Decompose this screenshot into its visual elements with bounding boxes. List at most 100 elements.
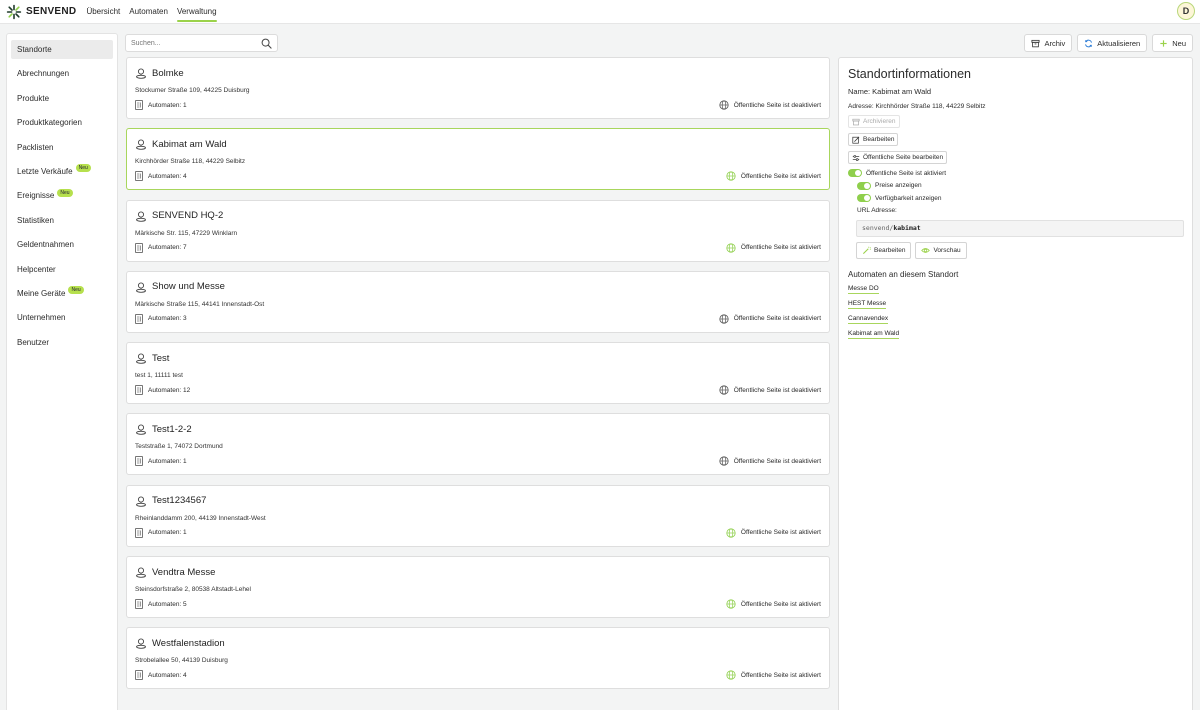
machine-link[interactable]: Cannavendex xyxy=(848,315,889,324)
location-card[interactable]: Test1-2-2 Teststraße 1, 74072 Dortmund A… xyxy=(126,413,830,476)
availability-toggle-row[interactable]: Verfügbarkeit anzeigen xyxy=(857,194,1183,202)
sidebar-item-ereignisse[interactable]: Ereignisse Neu xyxy=(11,186,113,205)
globe-icon xyxy=(726,670,736,680)
location-address: test 1, 11111 test xyxy=(135,372,183,380)
machine-count: Automaten: 7 xyxy=(135,242,187,253)
url-field[interactable]: senvend/kabimat xyxy=(856,219,1184,237)
public-page-status: Öffentliche Seite ist aktiviert xyxy=(726,242,821,253)
nav-verwaltung[interactable]: Verwaltung xyxy=(176,7,217,22)
public-page-status-label: Öffentliche Seite ist aktiviert xyxy=(740,529,821,537)
url-actions: Bearbeiten Vorschau xyxy=(856,241,1183,259)
sidebar-item-unternehmen[interactable]: Unternehmen xyxy=(11,308,113,327)
sidebar-item-label: Ereignisse xyxy=(17,191,55,201)
public-page-status: Öffentliche Seite ist deaktiviert xyxy=(719,456,821,467)
nav-uebersicht[interactable]: Übersicht xyxy=(86,7,120,17)
location-card[interactable]: Show und Messe Märkische Straße 115, 441… xyxy=(126,270,830,333)
edit-url-button[interactable]: Bearbeiten xyxy=(856,241,912,259)
archive-location-button[interactable]: Archivieren xyxy=(848,115,900,128)
sidebar-item-packlisten[interactable]: Packlisten xyxy=(11,138,113,157)
vending-machine-icon xyxy=(135,171,143,182)
sidebar-item-benutzer[interactable]: Benutzer xyxy=(11,333,113,352)
public-page-toggle-row[interactable]: Öffentliche Seite ist aktiviert xyxy=(848,169,1183,177)
details-title: Standortinformationen xyxy=(848,67,971,81)
machine-link[interactable]: Kabimat am Wald xyxy=(848,330,900,339)
edit-location-label: Bearbeiten xyxy=(863,136,895,143)
globe-icon xyxy=(726,242,736,253)
public-page-status-label: Öffentliche Seite ist deaktiviert xyxy=(733,457,821,465)
location-name: Test1234567 xyxy=(152,495,207,507)
search-input[interactable] xyxy=(126,39,254,47)
location-address: Märkische Str. 115, 47229 Winklarn xyxy=(135,229,238,237)
globe-icon xyxy=(726,528,736,538)
location-card[interactable]: Bolmke Stockumer Straße 109, 44225 Duisb… xyxy=(126,57,830,119)
senvend-logo-icon xyxy=(6,4,22,19)
vending-machine-icon xyxy=(135,527,143,538)
search-icon[interactable] xyxy=(261,38,272,49)
location-pin-icon xyxy=(136,68,146,79)
vending-machine-icon xyxy=(135,599,143,609)
sidebar-item-statistiken[interactable]: Statistiken xyxy=(11,211,113,230)
location-card[interactable]: Test1234567 Rheinlanddamm 200, 44139 Inn… xyxy=(126,484,830,547)
search-box xyxy=(125,34,278,52)
location-name: Kabimat am Wald xyxy=(152,138,227,150)
location-pin-icon xyxy=(136,353,146,364)
machine-count-label: Automaten: 1 xyxy=(148,457,187,465)
prices-toggle-row[interactable]: Preise anzeigen xyxy=(857,181,1183,190)
public-page-status-label: Öffentliche Seite ist aktiviert xyxy=(740,600,821,608)
sidebar-item-produkte[interactable]: Produkte xyxy=(11,89,113,108)
public-page-toggle-label: Öffentliche Seite ist aktiviert xyxy=(866,169,947,177)
nav-automaten[interactable]: Automaten xyxy=(129,7,168,17)
location-name: Bolmke xyxy=(152,67,184,79)
new-button[interactable]: Neu xyxy=(1152,34,1193,52)
card-header: Bolmke xyxy=(135,67,184,79)
sidebar-item-label: Packlisten xyxy=(17,142,54,152)
sidebar-item-abrechnungen[interactable]: Abrechnungen xyxy=(11,64,113,83)
public-page-toggle[interactable] xyxy=(848,169,862,177)
public-page-status: Öffentliche Seite ist deaktiviert xyxy=(719,385,821,395)
machine-link[interactable]: HEST Messe xyxy=(848,300,887,309)
location-name: Test1-2-2 xyxy=(152,423,192,435)
sidebar-item-helpcenter[interactable]: Helpcenter xyxy=(11,260,113,279)
machine-count: Automaten: 5 xyxy=(135,599,187,609)
globe-icon xyxy=(726,599,736,609)
sidebar-item-produktkategorien[interactable]: Produktkategorien xyxy=(11,113,113,132)
location-card[interactable]: Vendtra Messe Steinsdorfstraße 2, 80538 … xyxy=(126,556,830,619)
preview-button[interactable]: Vorschau xyxy=(915,241,967,259)
sidebar-item-label: Produktkategorien xyxy=(17,118,82,128)
location-card[interactable]: Kabimat am Wald Kirchhörder Straße 118, … xyxy=(126,128,830,191)
availability-toggle[interactable] xyxy=(857,194,871,202)
location-card[interactable]: Westfalenstadion Strobelallee 50, 44139 … xyxy=(126,627,830,690)
sidebar: Standorte Abrechnungen Produkte Produktk… xyxy=(6,33,118,710)
globe-icon xyxy=(719,456,729,467)
location-details-panel: Standortinformationen Name: Kabimat am W… xyxy=(838,57,1193,710)
sidebar-item-standorte[interactable]: Standorte xyxy=(11,40,113,59)
location-address: Teststraße 1, 74072 Dortmund xyxy=(135,443,223,451)
machine-count-label: Automaten: 4 xyxy=(148,671,187,679)
refresh-button-label: Aktualisieren xyxy=(1097,38,1141,48)
brand-logo[interactable]: SENVEND xyxy=(6,4,76,20)
sidebar-item-meine-geraete[interactable]: Meine Geräte Neu xyxy=(11,284,113,303)
edit-public-page-button[interactable]: Öffentliche Seite bearbeiten xyxy=(848,151,948,164)
machine-count-label: Automaten: 3 xyxy=(148,315,187,323)
machine-link[interactable]: Messe DO xyxy=(848,285,879,294)
sidebar-item-geldentnahmen[interactable]: Geldentnahmen xyxy=(11,235,113,254)
public-page-status: Öffentliche Seite ist aktiviert xyxy=(726,670,821,680)
prices-toggle[interactable] xyxy=(857,181,871,190)
location-card[interactable]: Test test 1, 11111 test Automaten: 12 Öf… xyxy=(126,342,830,405)
public-page-status-label: Öffentliche Seite ist deaktiviert xyxy=(733,101,821,109)
refresh-button[interactable]: Aktualisieren xyxy=(1077,34,1148,52)
edit-location-button[interactable]: Bearbeiten xyxy=(848,133,899,146)
card-header: Test xyxy=(135,352,169,364)
archive-button[interactable]: Archiv xyxy=(1024,34,1073,52)
sidebar-item-label: Letzte Verkäufe xyxy=(17,166,73,176)
location-pin-icon xyxy=(136,424,146,436)
sidebar-item-label: Meine Geräte xyxy=(17,288,66,298)
public-page-status: Öffentliche Seite ist aktiviert xyxy=(726,528,821,538)
sidebar-item-letzte-verkaeufe[interactable]: Letzte Verkäufe Neu xyxy=(11,162,113,181)
card-header: Kabimat am Wald xyxy=(135,138,227,151)
public-page-status: Öffentliche Seite ist aktiviert xyxy=(726,599,821,609)
user-avatar[interactable]: D xyxy=(1177,2,1195,20)
location-card[interactable]: SENVEND HQ-2 Märkische Str. 115, 47229 W… xyxy=(126,199,830,262)
location-list: Bolmke Stockumer Straße 109, 44225 Duisb… xyxy=(126,57,830,699)
machine-count-label: Automaten: 1 xyxy=(148,529,187,537)
